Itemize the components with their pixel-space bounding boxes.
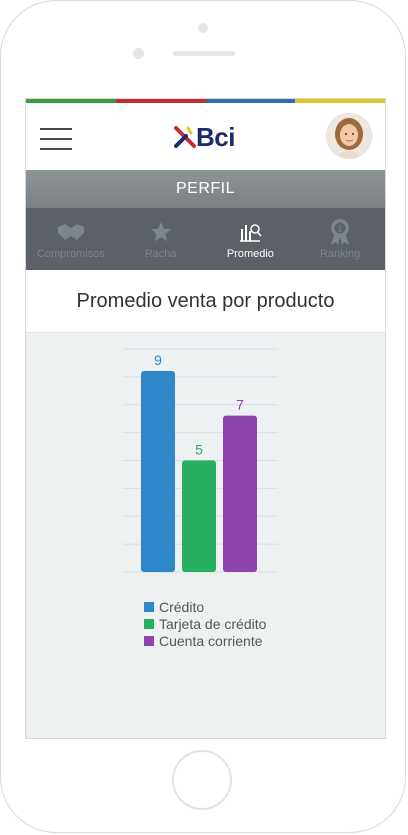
legend-item: Crédito	[144, 598, 266, 615]
legend-swatch	[144, 635, 154, 646]
title-panel: Promedio venta por producto	[26, 270, 385, 333]
chart-icon	[238, 220, 262, 244]
tab-bar: Compromisos Racha Promedio 1 Ranking	[26, 208, 385, 270]
page-title: Promedio venta por producto	[76, 289, 335, 312]
bci-logo: Bci	[174, 121, 235, 153]
phone-frame: Bci PERFIL Compromisos Racha Promedio 1 …	[0, 0, 406, 833]
chart-legend: Crédito Tarjeta de crédito Cuenta corrient…	[144, 598, 266, 649]
legend-label: Cuenta corriente	[159, 632, 263, 649]
tab-racha-label: Racha	[144, 248, 177, 260]
earpiece-speaker	[173, 51, 235, 56]
tab-compromisos-label: Compromisos	[36, 248, 105, 260]
front-camera	[133, 48, 144, 59]
avatar[interactable]	[326, 113, 372, 159]
logo-mark-icon	[174, 126, 196, 148]
top-bar: Bci	[26, 103, 385, 170]
legend-item: Tarjeta de crédito	[144, 615, 266, 632]
tab-promedio-label: Promedio	[226, 248, 274, 260]
tab-racha[interactable]: Racha	[116, 208, 206, 270]
legend-label: Crédito	[159, 598, 205, 615]
tab-ranking[interactable]: 1 Ranking	[295, 208, 385, 270]
svg-text:1: 1	[338, 224, 343, 234]
medal-icon: 1	[329, 219, 351, 245]
bar-1	[141, 371, 175, 572]
bar-2	[182, 460, 216, 572]
bar-chart: 9 5 7	[123, 348, 278, 573]
logo-text: Bci	[196, 121, 235, 152]
legend-label: Tarjeta de crédito	[159, 615, 267, 632]
legend-item: Cuenta corriente	[144, 632, 266, 649]
menu-icon[interactable]	[40, 128, 72, 150]
chart-area: 9 5 7 Crédito Tarjeta de crédito Cuenta corr…	[26, 332, 385, 738]
home-button[interactable]	[172, 750, 232, 810]
profile-title: PERFIL	[175, 180, 235, 197]
star-icon	[150, 220, 172, 244]
bar-3	[223, 415, 257, 572]
app-screen: Bci PERFIL Compromisos Racha Promedio 1 …	[25, 98, 386, 739]
handshake-icon	[57, 220, 85, 244]
tab-compromisos[interactable]: Compromisos	[26, 208, 116, 270]
bar-value-label: 5	[195, 441, 203, 457]
profile-header: PERFIL	[26, 170, 385, 208]
tab-ranking-label: Ranking	[319, 248, 361, 260]
bar-value-label: 9	[154, 352, 162, 368]
sensor-dot	[198, 23, 208, 33]
tab-promedio[interactable]: Promedio	[206, 208, 296, 270]
bar-value-label: 7	[236, 397, 244, 413]
legend-swatch	[144, 618, 154, 629]
legend-swatch	[144, 601, 154, 612]
